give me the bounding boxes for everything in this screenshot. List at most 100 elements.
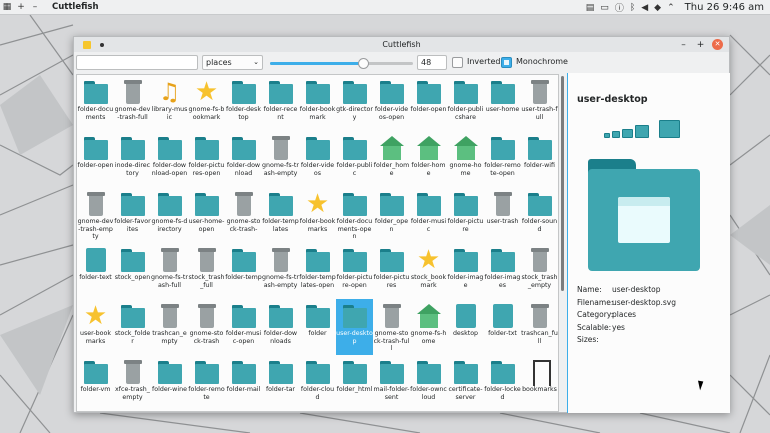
icon-cell[interactable]: folder-videos <box>299 131 336 187</box>
app-menu-icon[interactable]: ▦ <box>0 0 14 14</box>
slider-handle[interactable] <box>357 58 369 69</box>
icon-cell[interactable]: ♫ library-music <box>151 75 188 131</box>
icon-cell[interactable]: folder-pictures <box>373 243 410 299</box>
chevron-icon[interactable]: ⌃ <box>665 3 677 13</box>
icon-cell[interactable]: bookmarks <box>521 355 558 411</box>
icon-cell[interactable]: folder-image <box>447 243 484 299</box>
icon-cell[interactable]: mail-folder-sent <box>373 355 410 411</box>
icon-cell[interactable]: certificate-server <box>447 355 484 411</box>
icon-cell[interactable]: user-home-open <box>188 187 225 243</box>
title-bar[interactable]: Cuttlefish – + ✕ <box>74 37 729 52</box>
icon-cell[interactable]: gtk-directory <box>336 75 373 131</box>
icon-cell[interactable]: folder_home <box>373 131 410 187</box>
icon-cell[interactable]: user-home <box>484 75 521 131</box>
icon-cell[interactable]: folder-cloud <box>299 355 336 411</box>
close-button[interactable]: ✕ <box>712 39 723 50</box>
icon-cell[interactable]: user-trash-full <box>521 75 558 131</box>
icon-cell[interactable]: gnome-fs-trash-full <box>151 243 188 299</box>
icon-cell[interactable]: folder-vm <box>77 355 114 411</box>
icon-size-slider[interactable] <box>270 58 413 69</box>
bluetooth-icon[interactable]: ᛒ <box>628 3 637 13</box>
icon-cell[interactable]: gnome-fs-trash-empty <box>262 131 299 187</box>
icon-cell[interactable]: folder-pictures-open <box>188 131 225 187</box>
icon-cell[interactable]: stock_open <box>114 243 151 299</box>
icon-cell[interactable]: folder-music-open <box>225 299 262 355</box>
icon-cell[interactable]: gnome-fs-directory <box>151 187 188 243</box>
icon-cell[interactable]: folder <box>299 299 336 355</box>
scrollbar-thumb[interactable] <box>561 76 564 291</box>
icon-cell[interactable]: folder-documents-open <box>336 187 373 243</box>
icon-cell[interactable]: ★ gnome-fs-bookmark <box>188 75 225 131</box>
icon-cell[interactable]: user-trash <box>484 187 521 243</box>
icon-cell[interactable]: folder-templates-open <box>299 243 336 299</box>
network-icon[interactable]: ◆ <box>652 3 663 13</box>
icon-cell[interactable]: trashcan_empty <box>151 299 188 355</box>
icon-cell[interactable]: folder-music <box>410 187 447 243</box>
icon-cell[interactable]: folder-images <box>484 243 521 299</box>
icon-cell[interactable]: gnome-fs-trash-empty <box>262 243 299 299</box>
icon-cell[interactable]: user-desktop <box>336 299 373 355</box>
icon-cell[interactable]: folder-wifi <box>521 131 558 187</box>
battery-icon[interactable]: ▭ <box>598 3 611 13</box>
icon-cell[interactable]: folder-remote-open <box>484 131 521 187</box>
add-icon[interactable]: + <box>14 0 28 14</box>
icon-cell[interactable]: folder-videos-open <box>373 75 410 131</box>
icon-cell[interactable]: folder-public <box>336 131 373 187</box>
icon-cell[interactable]: folder-favorites <box>114 187 151 243</box>
icon-cell[interactable]: folder-locked <box>484 355 521 411</box>
clock[interactable]: Thu 26 9:46 am <box>685 2 764 13</box>
minimize-button[interactable]: – <box>678 40 689 50</box>
icon-cell[interactable]: folder-sound <box>521 187 558 243</box>
icon-cell[interactable]: folder-wine <box>151 355 188 411</box>
icon-cell[interactable]: folder-recent <box>262 75 299 131</box>
icon-cell[interactable]: folder-picture-open <box>336 243 373 299</box>
icon-cell[interactable]: folder-publicshare <box>447 75 484 131</box>
icon-cell[interactable]: folder-download <box>225 131 262 187</box>
category-select[interactable]: places ⌄ <box>202 55 263 70</box>
window-switcher-icon[interactable]: ▤ <box>584 3 597 13</box>
grid-scrollbar[interactable] <box>559 74 567 412</box>
icon-cell[interactable]: folder-desktop <box>225 75 262 131</box>
icon-cell[interactable]: stock_trash_full <box>188 243 225 299</box>
volume-icon[interactable]: ◀ <box>639 3 650 13</box>
icon-cell[interactable]: folder-downloads <box>262 299 299 355</box>
search-input[interactable] <box>76 55 198 70</box>
icon-cell[interactable]: folder-remote <box>188 355 225 411</box>
icon-cell[interactable]: xfce-trash_empty <box>114 355 151 411</box>
icon-cell[interactable]: gnome-dev-trash-empty <box>77 187 114 243</box>
icon-cell[interactable]: gnome-dev-trash-full <box>114 75 151 131</box>
icon-cell[interactable]: ★ stock_bookmark <box>410 243 447 299</box>
icon-cell[interactable]: desktop <box>447 299 484 355</box>
icon-cell[interactable]: stock_folder <box>114 299 151 355</box>
icon-cell[interactable]: gnome-stock-trash <box>188 299 225 355</box>
icon-cell[interactable]: folder-picture <box>447 187 484 243</box>
minimize-all-icon[interactable]: – <box>28 0 42 14</box>
icon-cell[interactable]: folder-owncloud <box>410 355 447 411</box>
icon-cell[interactable]: folder-download-open <box>151 131 188 187</box>
icon-cell[interactable]: folder_open <box>373 187 410 243</box>
icon-cell[interactable]: inode-directory <box>114 131 151 187</box>
icon-cell[interactable]: folder-text <box>77 243 114 299</box>
monochrome-checkbox[interactable] <box>501 57 512 68</box>
icon-cell[interactable]: stock_trash_empty <box>521 243 558 299</box>
icon-cell[interactable]: folder-tar <box>262 355 299 411</box>
icon-cell[interactable]: ★ folder-bookmarks <box>299 187 336 243</box>
inverted-checkbox[interactable] <box>452 57 463 68</box>
icon-cell[interactable]: folder-txt <box>484 299 521 355</box>
info-icon[interactable]: ⓘ <box>613 1 626 14</box>
icon-cell[interactable]: folder-mail <box>225 355 262 411</box>
icon-cell[interactable]: folder-open <box>410 75 447 131</box>
icon-cell[interactable]: gnome-fs-home <box>410 299 447 355</box>
maximize-button[interactable]: + <box>695 40 706 50</box>
icon-cell[interactable]: folder-temp <box>225 243 262 299</box>
icon-cell[interactable]: folder-templates <box>262 187 299 243</box>
icon-cell[interactable]: trashcan_full <box>521 299 558 355</box>
icon-cell[interactable]: folder-bookmark <box>299 75 336 131</box>
icon-cell[interactable]: folder-open <box>77 131 114 187</box>
icon-cell[interactable]: gnome-stock-trash- <box>225 187 262 243</box>
icon-cell[interactable]: gnome-home <box>447 131 484 187</box>
icon-cell[interactable]: gnome-stock-trash-full <box>373 299 410 355</box>
icon-cell[interactable]: folder-documents <box>77 75 114 131</box>
icon-cell[interactable]: folder_html <box>336 355 373 411</box>
icon-size-field[interactable]: 48 <box>417 55 447 70</box>
